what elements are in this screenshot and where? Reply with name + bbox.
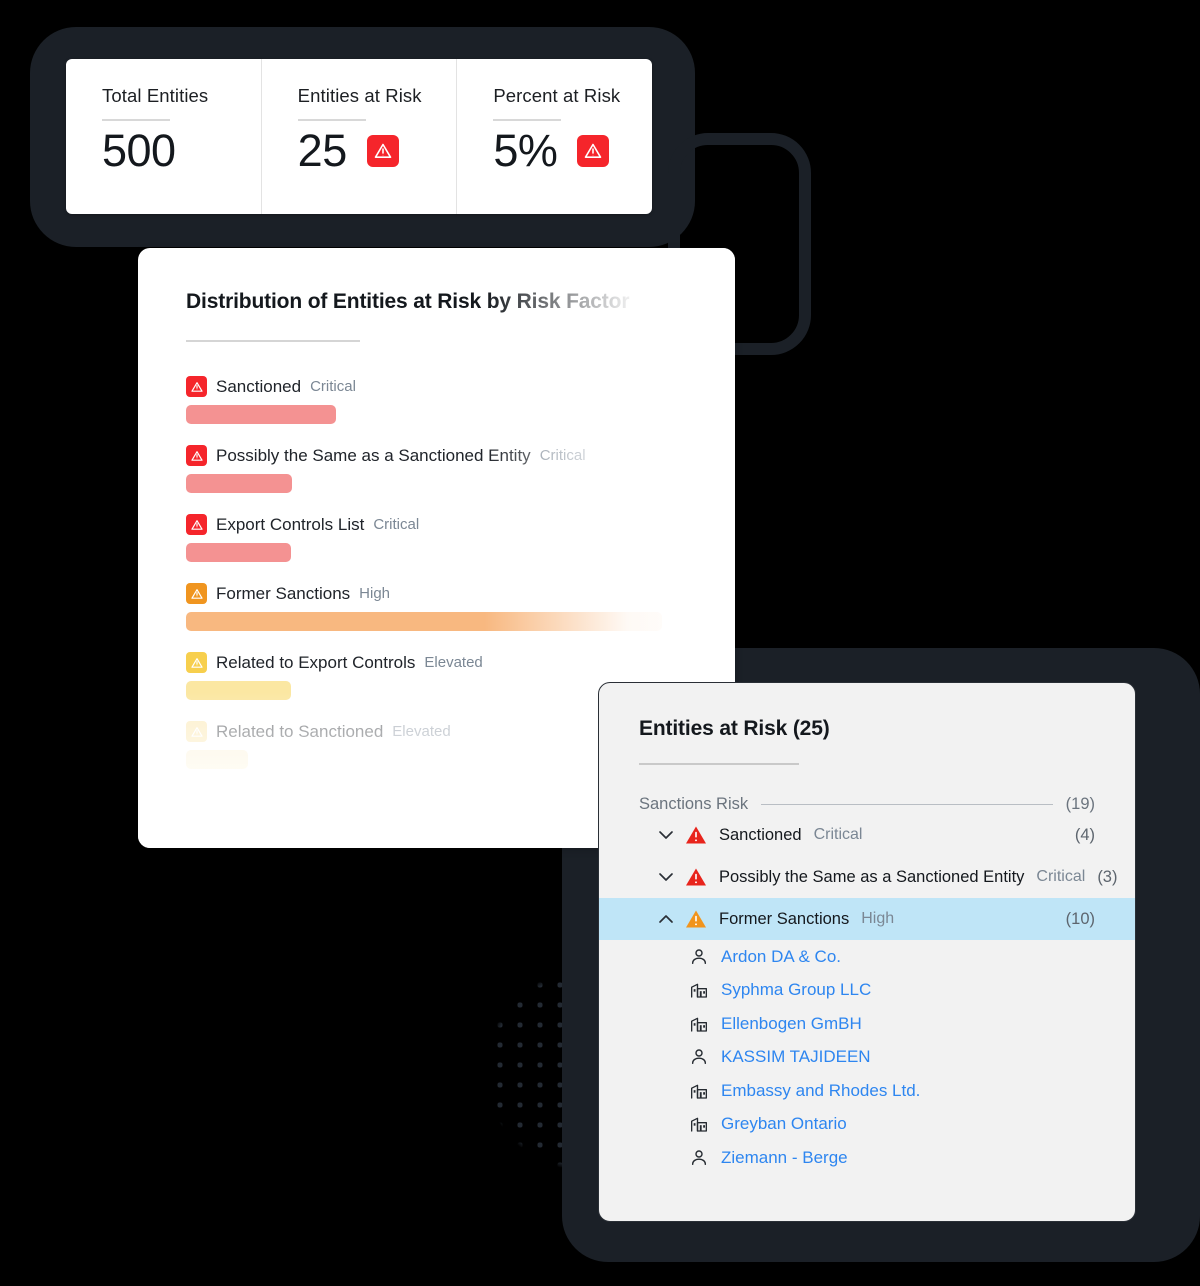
entity-link[interactable]: Ziemann - Berge	[721, 1148, 848, 1168]
risk-severity-label: Elevated	[424, 654, 483, 671]
risk-factor-count: (4)	[1074, 825, 1095, 844]
risk-severity-label: Critical	[310, 378, 356, 395]
kpi-value: 25	[297, 125, 348, 176]
warning-triangle-icon	[685, 867, 707, 887]
screenshot-canvas: Total Entities 500 Entities at Risk 25 P…	[0, 0, 1200, 1286]
entity-list-item[interactable]: KASSIM TAJIDEEN	[639, 1041, 1135, 1075]
warning-triangle-icon	[186, 514, 207, 535]
kpi-value: 500	[102, 125, 176, 176]
chevron-up-icon[interactable]	[657, 911, 673, 927]
building-icon	[689, 1114, 709, 1134]
panel-title: Entities at Risk (25)	[639, 717, 830, 740]
risk-factor-row[interactable]: Former Sanctions High (10)	[599, 898, 1135, 940]
risk-factor-label: Former Sanctions	[216, 583, 351, 603]
risk-factor-count: (3)	[1097, 867, 1118, 886]
kpi-value: 5%	[493, 125, 558, 176]
bar-track	[186, 612, 735, 631]
kpi-divider	[297, 119, 366, 121]
risk-factor-label: Possibly the Same as a Sanctioned Entity	[719, 867, 1025, 886]
entities-at-risk-panel: Entities at Risk (25) Sanctions Risk (19…	[598, 682, 1136, 1222]
entity-list: Ardon DA & Co. Syphma Group LLC Ellenbogen…	[639, 940, 1135, 1175]
risk-factor-label: Related to Export Controls	[216, 652, 416, 672]
risk-group-label: Sanctions Risk	[639, 795, 749, 813]
risk-severity-label: Critical	[1036, 868, 1086, 885]
risk-factor-row-list: Sanctioned Critical (4) Possibly the Same a…	[599, 814, 1135, 940]
bar-track	[186, 405, 735, 424]
risk-factor-label: Export Controls List	[216, 514, 365, 534]
risk-group-header: Sanctions Risk (19)	[639, 795, 1135, 814]
entity-link[interactable]: KASSIM TAJIDEEN	[721, 1047, 871, 1067]
building-icon	[689, 1081, 709, 1101]
kpi-summary-card: Total Entities 500 Entities at Risk 25 P…	[66, 59, 652, 214]
kpi-cell-total-entities: Total Entities 500	[66, 59, 262, 214]
chevron-down-icon[interactable]	[657, 869, 673, 885]
entity-list-item[interactable]: Greyban Ontario	[639, 1108, 1135, 1142]
entity-list-item[interactable]: Ardon DA & Co.	[639, 940, 1135, 974]
kpi-cell-entities-at-risk: Entities at Risk 25	[262, 59, 458, 214]
risk-severity-label: Critical	[373, 516, 420, 533]
risk-factor-label: Possibly the Same as a Sanctioned Entity	[216, 445, 531, 465]
entity-link[interactable]: Embassy and Rhodes Ltd.	[721, 1081, 920, 1101]
kpi-divider	[493, 119, 562, 121]
kpi-label: Entities at Risk	[297, 85, 422, 106]
warning-triangle-icon	[186, 376, 207, 397]
warning-triangle-icon	[366, 134, 399, 167]
kpi-cell-percent-at-risk: Percent at Risk 5%	[457, 59, 652, 214]
bar-fill	[186, 681, 291, 700]
risk-factor-row[interactable]: Possibly the Same as a Sanctioned Entity…	[599, 856, 1135, 898]
bar-fill	[186, 405, 336, 424]
entity-link[interactable]: Ellenbogen GmBH	[721, 1014, 862, 1034]
risk-factor-label: Sanctioned	[719, 825, 802, 844]
bar-track	[186, 474, 735, 493]
risk-factor-label: Former Sanctions	[719, 909, 850, 928]
chart-title-divider	[186, 340, 360, 342]
risk-factor-bar-row[interactable]: Sanctioned Critical	[186, 376, 735, 424]
risk-severity-label: Elevated	[392, 723, 451, 740]
bar-fill	[186, 543, 291, 562]
entity-list-item[interactable]: Embassy and Rhodes Ltd.	[639, 1074, 1135, 1108]
bar-fill	[186, 750, 248, 769]
risk-factor-bar-row[interactable]: Export Controls List Critical	[186, 514, 735, 562]
person-icon	[689, 1148, 709, 1168]
chart-title: Distribution of Entities at Risk by Risk…	[186, 290, 630, 313]
risk-group-rule	[761, 804, 1053, 805]
risk-severity-label: Critical	[539, 447, 586, 464]
warning-triangle-icon	[186, 652, 207, 673]
person-icon	[689, 947, 709, 967]
entity-list-item[interactable]: Syphma Group LLC	[639, 974, 1135, 1008]
risk-group-count: (19)	[1065, 795, 1095, 813]
warning-triangle-icon	[186, 721, 207, 742]
bar-fill	[186, 474, 292, 493]
entity-list-item[interactable]: Ellenbogen GmBH	[639, 1007, 1135, 1041]
person-icon	[689, 1047, 709, 1067]
risk-severity-label: High	[359, 585, 391, 602]
building-icon	[689, 1014, 709, 1034]
risk-factor-label: Sanctioned	[216, 376, 302, 396]
risk-factor-bar-row[interactable]: Former Sanctions High	[186, 583, 735, 631]
kpi-label: Percent at Risk	[493, 85, 621, 106]
kpi-label: Total Entities	[102, 85, 209, 106]
entity-link[interactable]: Greyban Ontario	[721, 1114, 847, 1134]
chevron-down-icon[interactable]	[657, 827, 673, 843]
risk-factor-bar-row[interactable]: Possibly the Same as a Sanctioned Entity…	[186, 445, 735, 493]
risk-factor-count: (10)	[1065, 909, 1095, 928]
bar-fill	[186, 612, 662, 631]
building-icon	[689, 980, 709, 1000]
risk-severity-label: High	[861, 910, 895, 927]
risk-factor-label: Related to Sanctioned	[216, 721, 384, 741]
entity-link[interactable]: Syphma Group LLC	[721, 980, 871, 1000]
kpi-divider	[102, 119, 170, 121]
risk-severity-label: Critical	[813, 826, 863, 843]
warning-triangle-icon	[685, 825, 707, 845]
entity-list-item[interactable]: Ziemann - Berge	[639, 1141, 1135, 1175]
warning-triangle-icon	[577, 134, 610, 167]
entity-link[interactable]: Ardon DA & Co.	[721, 947, 841, 967]
warning-triangle-icon	[186, 445, 207, 466]
panel-title-divider	[639, 763, 799, 765]
bar-track	[186, 543, 735, 562]
warning-triangle-icon	[186, 583, 207, 604]
warning-triangle-icon	[685, 909, 707, 929]
risk-factor-row[interactable]: Sanctioned Critical (4)	[599, 814, 1135, 856]
